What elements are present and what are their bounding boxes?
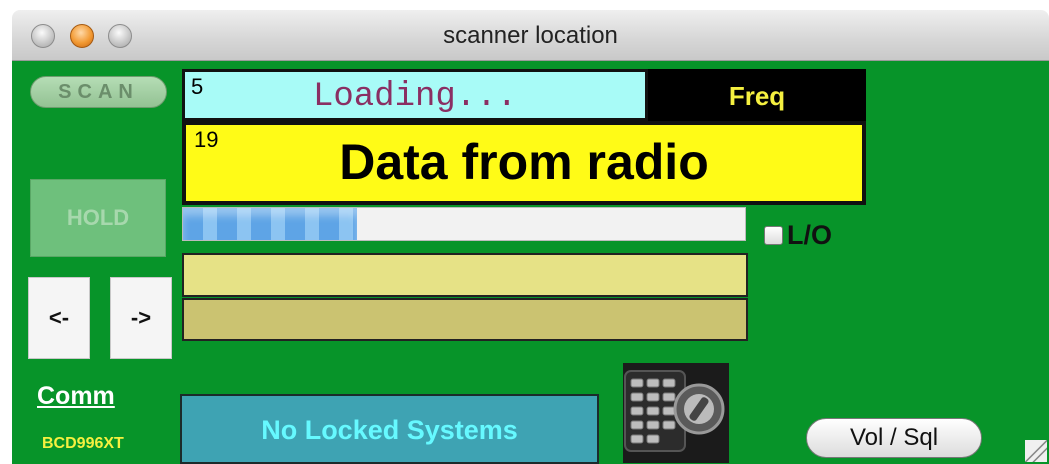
radio-model: BCD996XT [42,435,124,452]
progress-fill [183,208,358,240]
window-title: scanner location [443,22,618,49]
info-line-1 [182,253,748,297]
scanner-radio-image [623,363,729,463]
signal-progress-bar [182,207,746,241]
resize-grip-icon[interactable] [1025,440,1047,462]
hold-button[interactable]: HOLD [30,179,166,257]
scanner-panel: SCAN 5 Loading... Freq 19 Data from radi… [12,61,1049,464]
comm-link[interactable]: Comm [37,382,115,411]
freq-label: Freq [728,81,786,111]
locked-systems-display: No Locked Systems [180,394,599,464]
info-line-2 [182,298,748,341]
alpha-tag-text: Loading... [312,78,518,116]
lockout-label: L/O [787,220,832,250]
previous-button[interactable]: <- [28,277,90,359]
alpha-tag-display: 5 Loading... [182,69,648,121]
scan-button[interactable]: SCAN [30,76,167,108]
data-display: 19 Data from radio [182,121,866,205]
data-text: Data from radio [339,134,709,190]
title-bar: scanner location [12,10,1049,61]
vol-sql-button[interactable]: Vol / Sql [806,418,982,458]
freq-display[interactable]: Freq [648,69,866,121]
locked-systems-text: No Locked Systems [261,415,518,445]
lockout-checkbox[interactable] [764,226,783,245]
next-button[interactable]: -> [110,277,172,359]
scanner-radio-icon [623,363,729,463]
